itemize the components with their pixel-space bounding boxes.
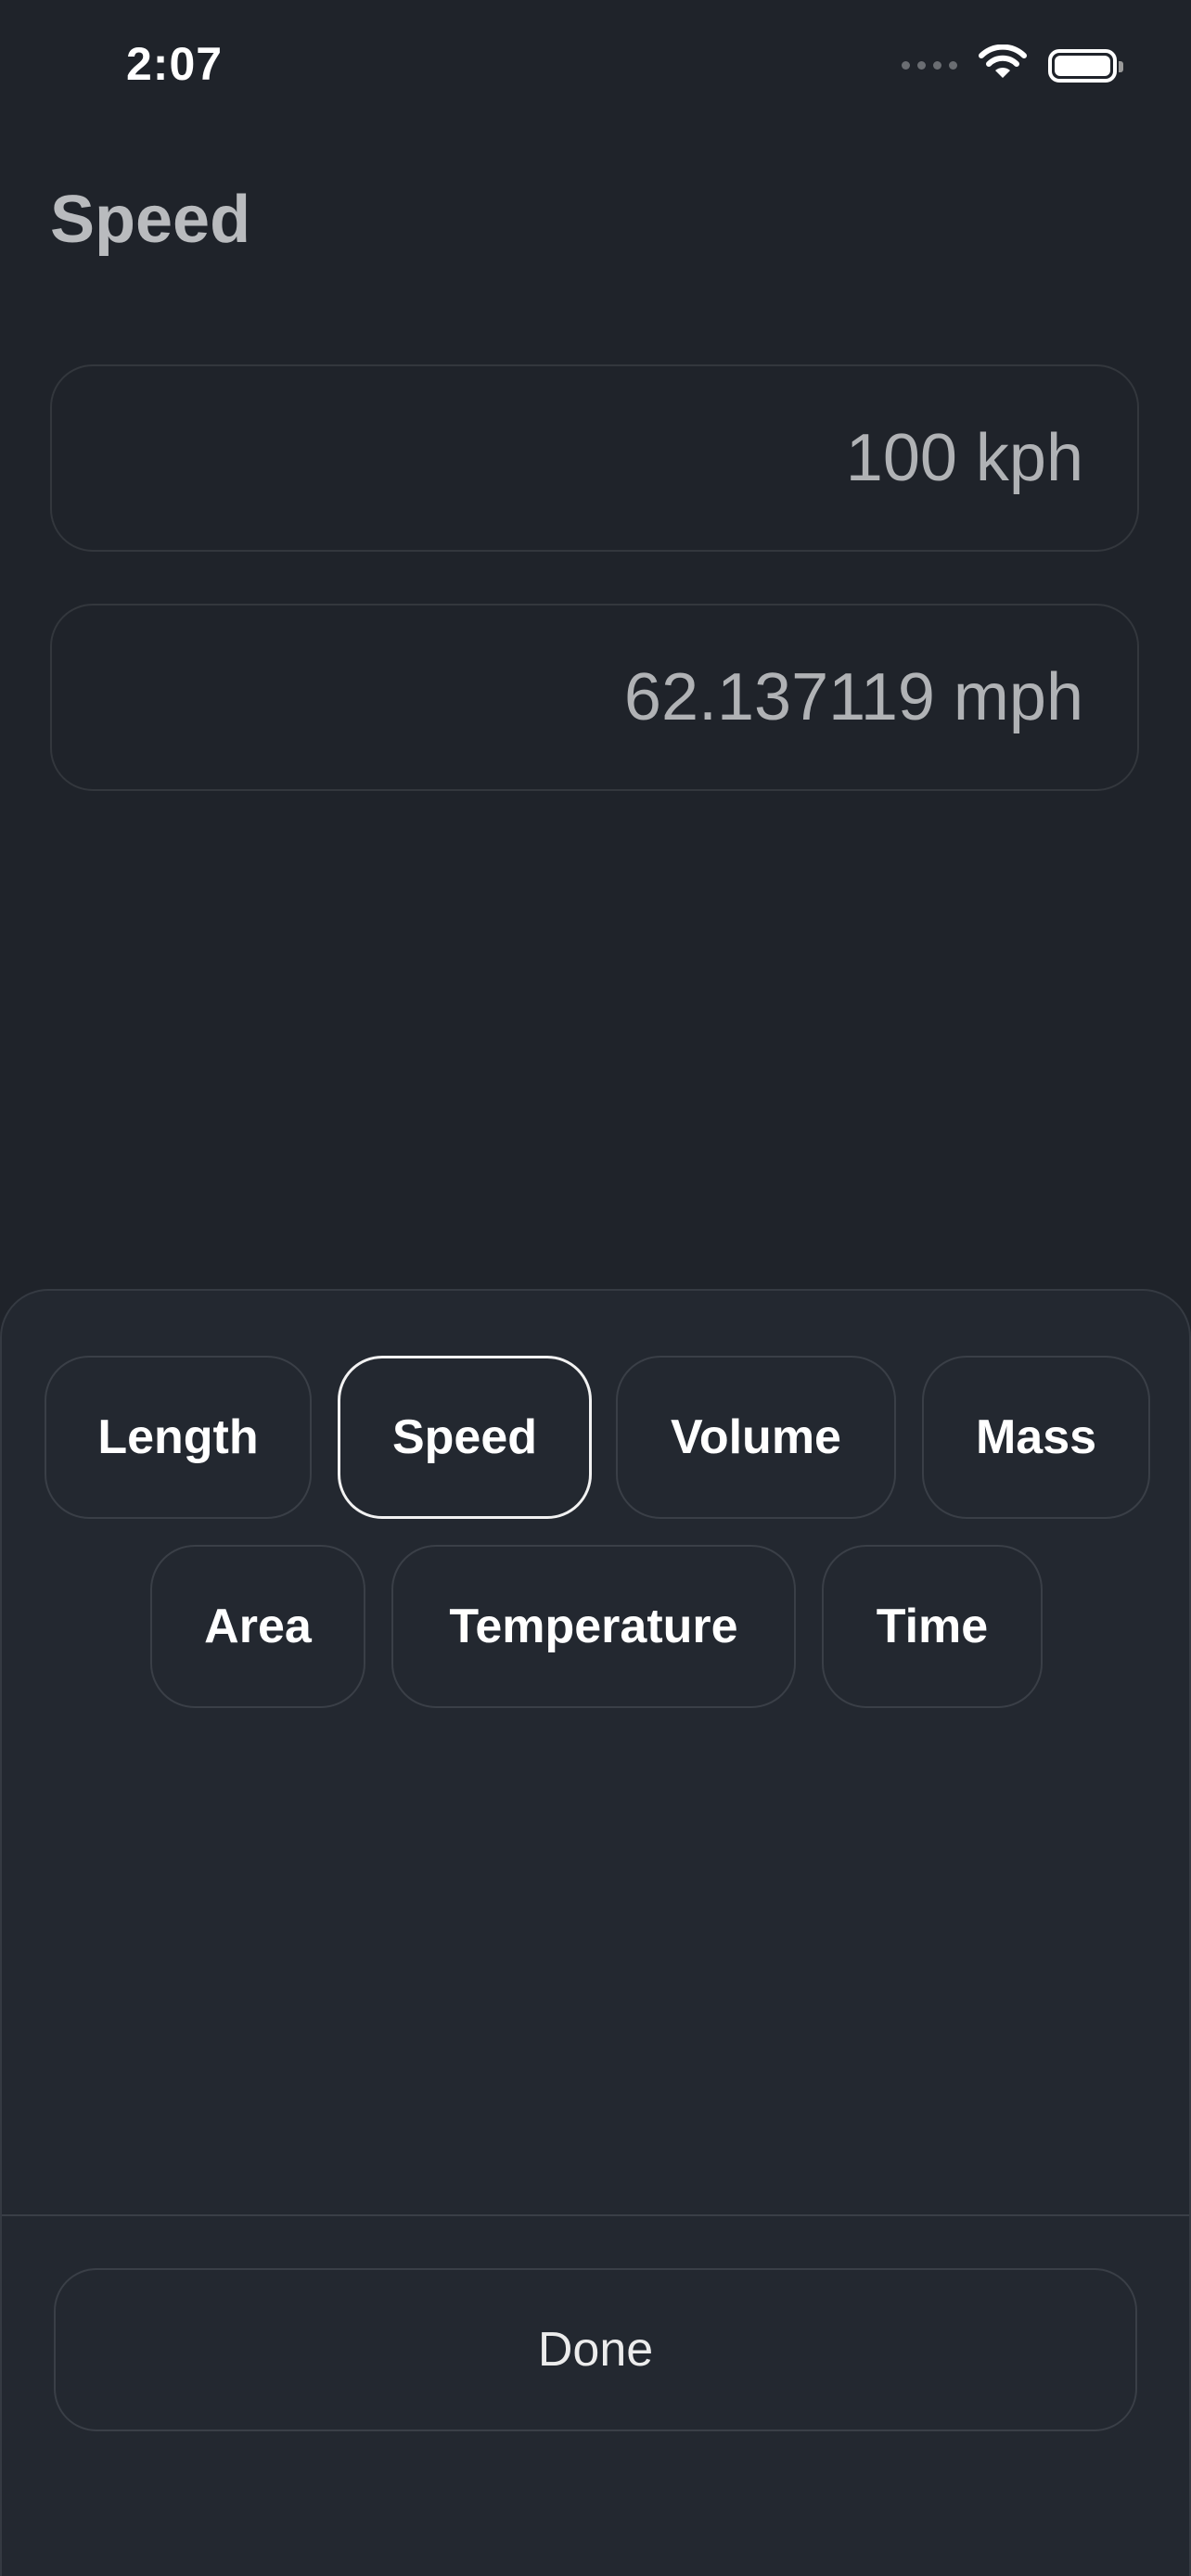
done-button[interactable]: Done <box>54 2268 1137 2431</box>
output-value-field[interactable]: 62.137119 mph <box>50 604 1139 791</box>
chip-label: Volume <box>671 1410 841 1464</box>
category-chip-time[interactable]: Time <box>822 1545 1043 1708</box>
page-title: Speed <box>50 183 251 257</box>
category-chip-speed[interactable]: Speed <box>338 1356 592 1519</box>
category-chip-volume[interactable]: Volume <box>616 1356 896 1519</box>
chip-label: Speed <box>391 1410 538 1464</box>
output-value: 62.137119 mph <box>623 660 1083 734</box>
input-value: 100 kph <box>845 421 1083 495</box>
battery-icon <box>1048 48 1123 83</box>
chip-label: Length <box>97 1410 259 1464</box>
chip-label: Time <box>876 1600 989 1653</box>
category-chip-temperature[interactable]: Temperature <box>391 1545 796 1708</box>
sheet-divider <box>2 2214 1189 2216</box>
status-time: 2:07 <box>126 38 224 90</box>
done-label: Done <box>537 2323 654 2377</box>
signal-dots-icon <box>902 61 957 70</box>
category-chip-mass[interactable]: Mass <box>922 1356 1150 1519</box>
chip-label: Temperature <box>449 1600 738 1653</box>
chip-label: Mass <box>975 1410 1097 1464</box>
wifi-icon <box>978 44 1028 86</box>
status-bar: 2:07 <box>0 0 1191 139</box>
status-icons <box>902 44 1123 86</box>
chip-label: Area <box>204 1600 312 1653</box>
input-value-field[interactable]: 100 kph <box>50 364 1139 552</box>
category-chip-area[interactable]: Area <box>150 1545 365 1708</box>
category-chip-length[interactable]: Length <box>45 1356 312 1519</box>
category-sheet: Length Speed Volume Mass Area Temperatur… <box>0 1289 1191 2576</box>
